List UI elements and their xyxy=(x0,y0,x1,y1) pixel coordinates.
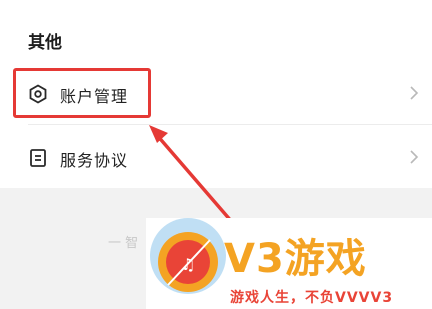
watermark-subtitle: 游戏人生，不负VVVV3 xyxy=(230,290,394,306)
watermark-logo-icon: ♫ xyxy=(150,218,226,294)
watermark-title: V3游戏 xyxy=(224,236,367,282)
